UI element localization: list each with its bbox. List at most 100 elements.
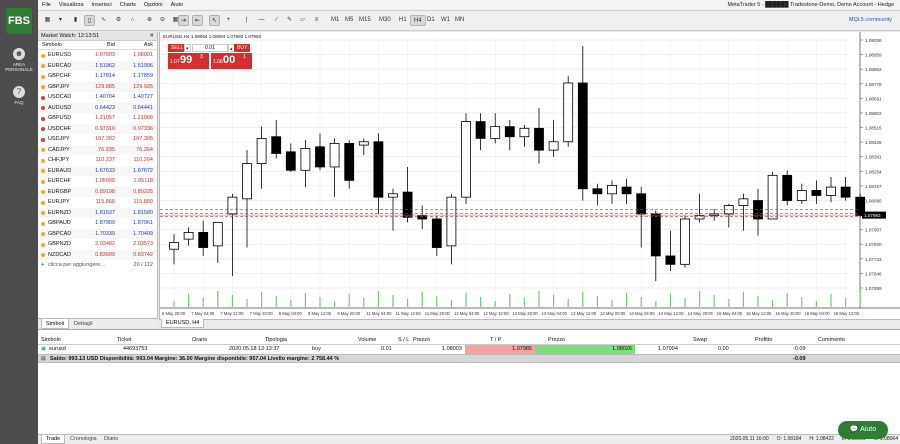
market-watch-row-gbpjpy[interactable]: GBPJPY 129.885 129.925 [38,81,157,92]
bar-chart-icon[interactable]: ▮ [70,15,81,26]
symbol-count: 20 / 112 [133,262,153,268]
candlestick-chart-icon[interactable]: ▯ [84,15,95,26]
zoom-in-icon[interactable]: ⊕ [144,15,155,26]
buy-button[interactable]: BUY [234,44,251,52]
column-header-tp[interactable]: T / P [490,336,502,345]
tab-cronologia[interactable]: Cronologia [66,435,101,444]
shapes-icon[interactable]: ▱ [297,15,308,26]
menu-inserisci[interactable]: Inserisci [88,0,116,11]
column-header-bid[interactable]: Bid [85,41,117,50]
indicators-icon[interactable]: ∴ [127,15,138,26]
column-header-price[interactable]: Prezzo [413,336,430,345]
help-button[interactable]: 💬 Aiuto [838,421,888,439]
price-chart[interactable]: 1.09036 1.08959 1.08862 1.08778 1.08691 1.086… [159,32,900,328]
cell-symbol: eurusd [49,346,66,352]
column-header-symbol[interactable]: Simbolo [42,41,62,50]
tab-trade[interactable]: Trade [41,435,66,444]
market-watch-row-usdchf[interactable]: USDCHF 0.97310 0.97336 [38,123,157,134]
menu-aiuto[interactable]: Aiuto [167,0,188,11]
ask-price: 1.21068 [133,115,153,121]
market-watch-row-gbpnzd[interactable]: GBPNZD 2.03482 2.03573 [38,239,157,250]
close-icon[interactable]: ✕ [149,32,154,41]
column-header-type[interactable]: Tipologia [265,336,287,345]
new-chart-icon[interactable]: ▦ [42,15,53,26]
timeframe-mn[interactable]: MN [452,15,467,26]
timeframe-m5[interactable]: M5 [342,15,356,26]
line-chart-icon[interactable]: ∿ [98,15,109,26]
timeframe-w1[interactable]: W1 [438,15,453,26]
mql5-community-link[interactable]: MQL5.community [849,15,892,26]
market-watch-row-eurnzd[interactable]: EURNZD 1.81537 1.81580 [38,207,157,218]
column-header-ticket[interactable]: Ticket [117,336,131,345]
zoom-out-icon[interactable]: ⊖ [157,15,168,26]
tab-simboli[interactable]: Simboli [41,319,70,329]
sell-price-box[interactable]: 1.07 99 3 [168,53,209,69]
tab-dettagli[interactable]: Dettagli [70,319,97,329]
market-watch-row-cadjpy[interactable]: CADJPY 76.235 76.264 [38,144,157,155]
sidebar-item-faq[interactable]: ? FAQ [0,86,38,105]
column-header-current-price[interactable]: Prezzo [548,336,565,345]
column-header-profit[interactable]: Profitto [755,336,772,345]
buy-price-box[interactable]: 1.08 00 1 [211,53,252,69]
time-tick-label: 8 May 20:00 [337,311,361,316]
text-label-icon[interactable]: ✎ [284,15,295,26]
menu-file[interactable]: File [38,0,55,11]
crosshair-icon[interactable]: + [223,15,234,26]
timeframe-d1[interactable]: D1 [424,15,438,26]
ask-price: 1.81580 [133,209,153,216]
tab-diario[interactable]: Diario [100,435,122,444]
bid-price: 1.67633 [95,167,115,174]
market-watch-row-eurjpy[interactable]: EURJPY 115.868 115.889 [38,197,157,208]
profiles-icon[interactable]: ▾ [55,15,66,26]
tab-eurusd-h4[interactable]: EURUSD, H4 [161,319,205,328]
market-watch-row-eurusd[interactable]: EURUSD 1.07993 1.08001 [38,50,157,61]
market-watch-row-eurcad[interactable]: EURCAD 1.51962 1.51996 [38,60,157,71]
algo-trading-icon[interactable]: ⚙ [113,15,124,26]
timeframe-m30[interactable]: M30 [376,15,394,26]
chart-canvas[interactable]: 1.090361.089591.088621.087781.086911.086… [160,32,900,319]
horizontal-line-icon[interactable]: — [256,15,267,26]
column-header-time[interactable]: Orario [192,336,207,345]
cursor-icon[interactable]: ↖ [209,15,220,26]
market-watch-row-gbpaud[interactable]: GBPAUD 1.87909 1.87961 [38,218,157,229]
lot-size-input[interactable]: 0.01 [192,44,228,52]
timeframe-m1[interactable]: M1 [328,15,342,26]
market-watch-row-audusd[interactable]: AUDUSD 0.64423 0.64441 [38,102,157,113]
table-row[interactable]: ▣ eurusd 44693753 2020.05.18 12:13:37 buy 0.0… [38,345,900,354]
add-symbol-row[interactable]: + clicca per aggiungere... 20 / 112 [38,260,157,270]
market-watch-row-gbpusd[interactable]: GBPUSD 1.21057 1.21068 [38,113,157,124]
market-watch-row-usdcad[interactable]: USDCAD 1.40704 1.40727 [38,92,157,103]
bid-price: 129.885 [95,83,115,90]
timeframe-h1[interactable]: H1 [396,15,410,26]
fibonacci-icon[interactable]: ≡ [311,15,322,26]
sidebar-item-area-personale[interactable]: ☻ AREA PERSONALE [0,48,38,72]
menu-charts[interactable]: Charts [116,0,140,11]
chart-shift-icon[interactable]: ⇤ [192,15,203,26]
cell-current-price: 1.07994 [658,346,678,352]
market-watch-row-chfjpy[interactable]: CHFJPY 110.237 110.264 [38,155,157,166]
market-watch-row-usdjpy[interactable]: USDJPY 107.282 107.305 [38,134,157,145]
vertical-line-icon[interactable]: | [241,15,252,26]
time-tick-label: 14 May 20:00 [688,311,714,316]
market-watch-row-nzdcad[interactable]: NZDCAD 0.83699 0.83742 [38,249,157,260]
trendline-icon[interactable]: ∕ [271,15,282,26]
column-header-symbol[interactable]: Simbolo [41,336,61,345]
symbol-status-icon [41,64,45,68]
auto-scroll-icon[interactable]: ⇥ [178,15,189,26]
market-watch-row-euraud[interactable]: EURAUD 1.67633 1.67672 [38,165,157,176]
column-header-sl[interactable]: S / L [398,336,409,345]
column-header-volume[interactable]: Volume [358,336,376,345]
timeframe-m15[interactable]: M15 [356,15,374,26]
column-header-comment[interactable]: Commento [818,336,845,345]
menu-opzioni[interactable]: Opzioni [140,0,167,11]
market-watch-row-eurchf[interactable]: EURCHF 1.05098 1.05118 [38,176,157,187]
menu-visualizza[interactable]: Visualizza [55,0,88,11]
lot-decrease-icon[interactable]: ▾ [184,44,191,52]
table-header: Simbolo Ticket Orario Tipologia Volume Prezzo… [38,336,900,345]
market-watch-row-gbpchf[interactable]: GBPCHF 1.17814 1.17859 [38,71,157,82]
column-header-swap[interactable]: Swap [693,336,707,345]
market-watch-row-eurgbp[interactable]: EURGBP 0.89198 0.89225 [38,186,157,197]
column-header-ask[interactable]: Ask [121,41,155,50]
time-tick-label: 7 May 04:00 [191,311,215,316]
market-watch-row-gbpcad[interactable]: GBPCAD 1.70339 1.70409 [38,228,157,239]
